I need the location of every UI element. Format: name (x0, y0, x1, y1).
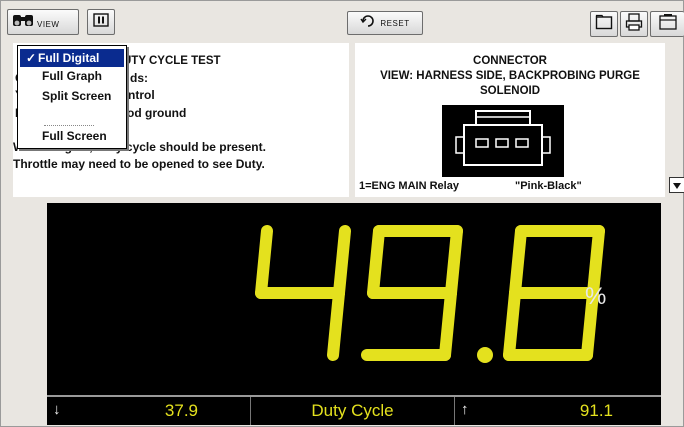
digit-segment-b (333, 225, 351, 299)
max-value: 91.1 (579, 401, 613, 420)
test-line-2: ntrol (128, 88, 155, 102)
test-line-3: od ground (127, 106, 187, 120)
test-line-1: ds: (130, 71, 148, 85)
connector-panel: CONNECTOR VIEW: HARNESS SIDE, BACKPROBIN… (355, 43, 665, 197)
up-arrow-icon: ↑ (461, 401, 469, 418)
print-icon (625, 12, 643, 36)
connector-title: CONNECTOR (473, 55, 547, 67)
digit-segment-c (439, 287, 457, 361)
value-unit: % (585, 283, 607, 310)
scanner-window: VIEW RESET UTY CYCLE TEST ds: ntrol od g… (0, 0, 684, 427)
decimal-point (477, 347, 493, 363)
menu-item-split-screen[interactable]: Split Screen (20, 87, 124, 105)
menu-item-full-graph[interactable]: Full Graph (20, 67, 124, 85)
reset-button[interactable]: RESET (347, 11, 423, 35)
menu-item-full-digital[interactable]: ✓ Full Digital (20, 49, 124, 67)
view-button-label: VIEW (37, 19, 60, 29)
menu-item-label: Split Screen (42, 89, 112, 103)
connector-view-text: VIEW: HARNESS SIDE, BACKPROBING PURGE SO… (355, 69, 665, 99)
view-menu: ✓ Full Digital Full Graph Split Screen Fu… (17, 45, 127, 149)
pid-name-cell: Duty Cycle (251, 397, 455, 425)
menu-item-label: Full Digital (38, 51, 100, 65)
reading-stats-bar: ↓ 37.9 Duty Cycle ↑ 91.1 (47, 395, 661, 425)
binoculars-icon (12, 12, 34, 33)
min-cell: ↓ 37.9 (47, 397, 251, 425)
connector-view-line-2: SOLENOID (479, 85, 541, 97)
folder-icon (595, 14, 613, 35)
down-arrow-icon: ↓ (53, 401, 61, 418)
digit-segment-f (509, 225, 527, 299)
pause-button[interactable] (87, 9, 115, 35)
test-instruction-2: Throttle may need to be opened to see Du… (13, 157, 265, 171)
min-value: 37.9 (164, 401, 198, 420)
digit-segment-b (445, 225, 463, 299)
tools-button[interactable] (650, 11, 684, 37)
reset-button-label: RESET (380, 18, 410, 28)
pause-icon (93, 12, 109, 32)
reset-icon (360, 14, 376, 33)
seven-segment-value (255, 225, 605, 363)
digital-readout: % ↓ 37.9 Duty Cycle ↑ 91.1 (47, 203, 661, 425)
connector-diagram (442, 105, 564, 177)
pin-wire-color: "Pink-Black" (515, 180, 582, 192)
digit-segment-f (255, 225, 273, 299)
view-button[interactable]: VIEW (7, 9, 79, 35)
menu-item-label: Full Graph (42, 69, 102, 83)
connector-view-line-1: VIEW: HARNESS SIDE, BACKPROBING PURGE (380, 70, 640, 82)
folder-button[interactable] (590, 11, 618, 37)
menu-separator (44, 125, 94, 126)
max-cell: ↑ 91.1 (455, 397, 661, 425)
digit-segment-c (327, 287, 345, 361)
check-icon: ✓ (26, 51, 37, 65)
more-icon (658, 13, 678, 36)
pid-name: Duty Cycle (311, 401, 394, 420)
pin-select-dropdown[interactable] (669, 177, 684, 193)
test-title: UTY CYCLE TEST (123, 55, 221, 67)
digit-segment-e (503, 287, 521, 361)
menu-item-full-screen[interactable]: Full Screen (20, 127, 124, 145)
print-button[interactable] (620, 11, 648, 37)
chevron-down-icon (673, 176, 681, 194)
pin-description: 1=ENG MAIN Relay (359, 180, 459, 192)
digit-segment-f (367, 225, 385, 299)
menu-item-label: Full Screen (42, 129, 107, 143)
